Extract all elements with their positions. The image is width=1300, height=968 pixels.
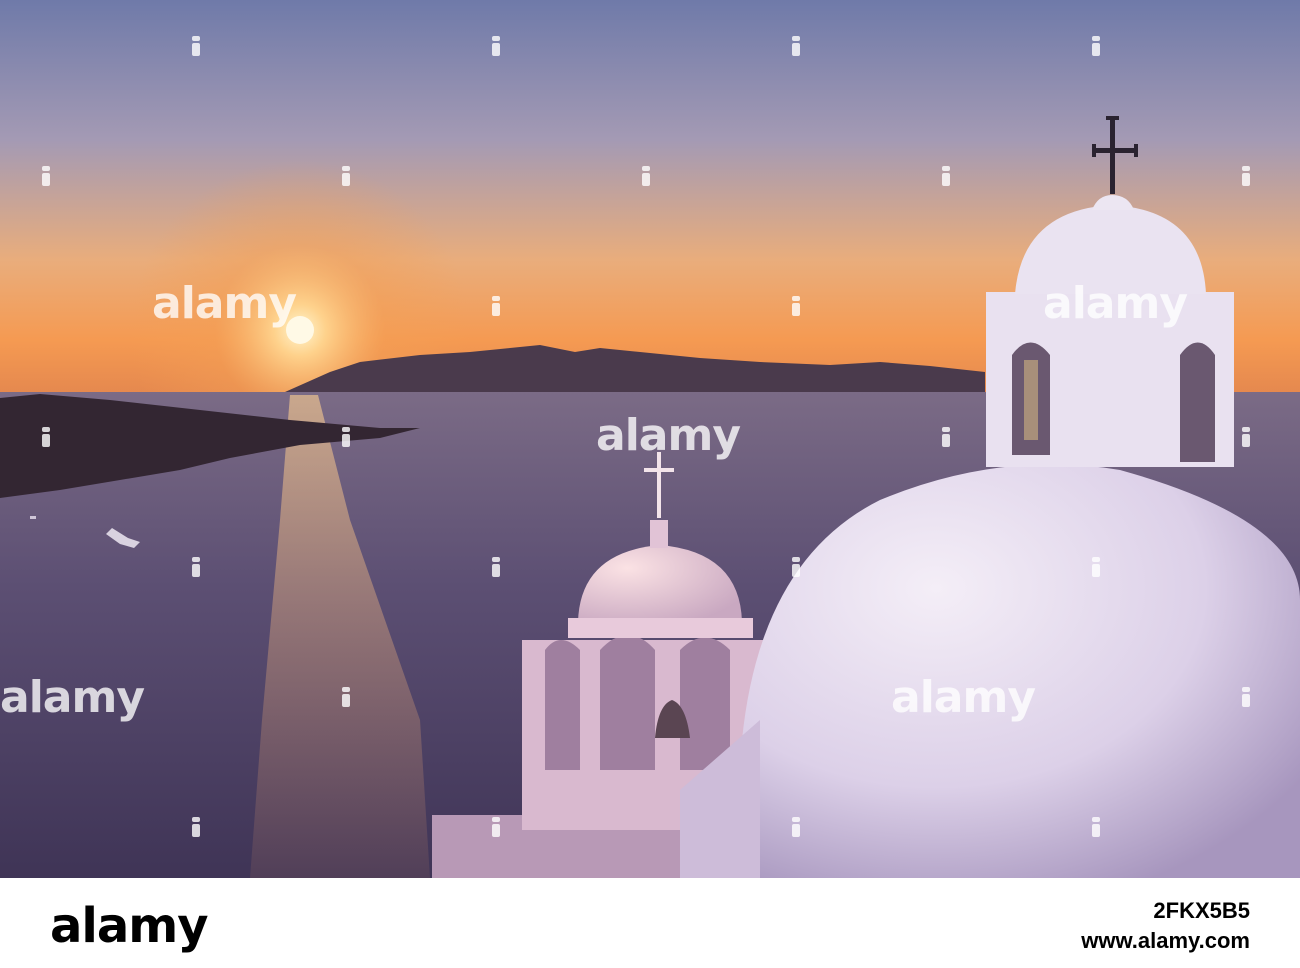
site-url[interactable]: www.alamy.com	[1081, 928, 1250, 954]
footer-bar: alamy 2FKX5B5 www.alamy.com	[0, 878, 1300, 968]
photo	[0, 0, 1300, 878]
image-id: 2FKX5B5	[1153, 898, 1250, 923]
alamy-logo: alamy	[50, 898, 209, 954]
sunset-scene	[0, 0, 1300, 878]
footer-info: 2FKX5B5 www.alamy.com	[1081, 898, 1250, 954]
